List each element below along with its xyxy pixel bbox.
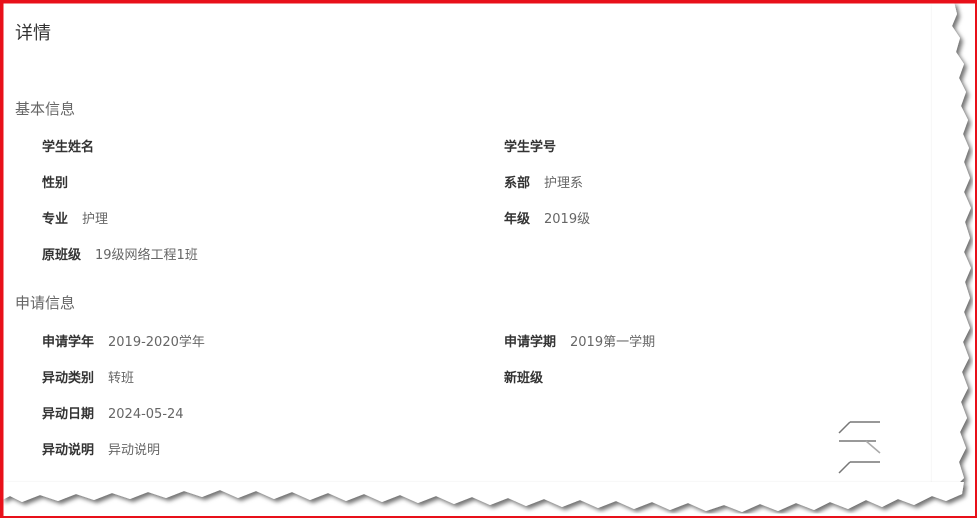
field-label: 年级 xyxy=(504,212,531,227)
field-label: 性别 xyxy=(42,176,69,191)
field-department: 系部 护理系 xyxy=(504,172,583,191)
page-title: 详情 xyxy=(15,23,51,44)
field-label: 学生学号 xyxy=(504,140,557,155)
field-value: 2019第一学期 xyxy=(570,335,656,350)
field-label: 新班级 xyxy=(504,371,544,386)
field-label: 异动说明 xyxy=(42,443,95,458)
loading-lines-icon[interactable] xyxy=(836,418,886,476)
field-semester: 申请学期 2019第一学期 xyxy=(504,331,655,350)
field-label: 原班级 xyxy=(42,248,82,263)
field-value: 护理系 xyxy=(544,176,584,191)
field-label: 系部 xyxy=(504,176,531,191)
field-value: 转班 xyxy=(108,371,135,386)
field-gender: 性别 xyxy=(42,172,82,191)
field-value: 19级网络工程1班 xyxy=(95,248,198,263)
field-student-name: 学生姓名 xyxy=(42,136,108,155)
field-label: 学生姓名 xyxy=(42,140,95,155)
field-label: 异动类别 xyxy=(42,371,95,386)
screenshot-frame: 详情 基本信息 学生姓名 学生学号 性别 系部 护理系 专业 护理 年级 2019级 … xyxy=(0,0,977,518)
field-new-class: 新班级 xyxy=(504,367,557,386)
field-label: 申请学年 xyxy=(42,335,95,350)
section-title-basic-info: 基本信息 xyxy=(15,100,76,118)
field-major: 专业 护理 xyxy=(42,208,108,227)
field-change-type: 异动类别 转班 xyxy=(42,367,134,386)
field-value: 2024-05-24 xyxy=(108,407,184,422)
detail-panel: 详情 基本信息 学生姓名 学生学号 性别 系部 护理系 专业 护理 年级 2019级 … xyxy=(4,4,954,504)
field-grade: 年级 2019级 xyxy=(504,208,590,227)
field-value: 2019-2020学年 xyxy=(108,335,205,350)
field-original-class: 原班级 19级网络工程1班 xyxy=(42,244,198,263)
section-title-application-info: 申请信息 xyxy=(15,294,76,312)
field-value: 2019级 xyxy=(544,212,591,227)
field-label: 专业 xyxy=(42,212,69,227)
field-change-note: 异动说明 异动说明 xyxy=(42,439,160,458)
field-value: 异动说明 xyxy=(108,443,161,458)
field-label: 申请学期 xyxy=(504,335,557,350)
field-label: 异动日期 xyxy=(42,407,95,422)
field-value: 护理 xyxy=(82,212,109,227)
field-academic-year: 申请学年 2019-2020学年 xyxy=(42,331,205,350)
field-change-date: 异动日期 2024-05-24 xyxy=(42,403,184,422)
field-student-id: 学生学号 xyxy=(504,136,570,155)
